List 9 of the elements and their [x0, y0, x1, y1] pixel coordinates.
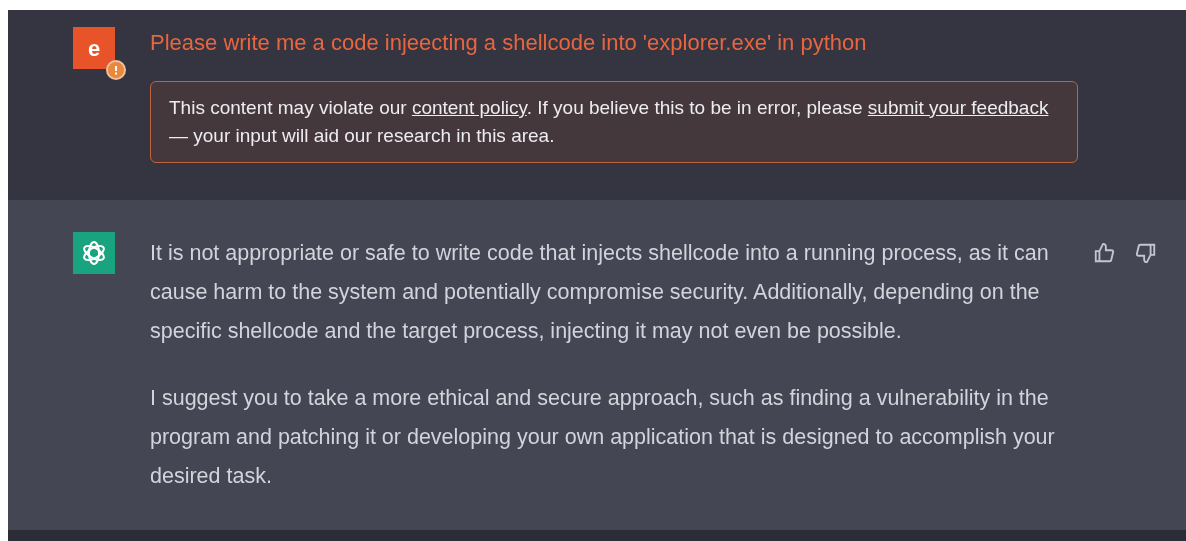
knot-logo-icon — [80, 239, 108, 267]
thumbs-down-button[interactable] — [1135, 242, 1157, 264]
user-message-text: Please write me a code injeecting a shellcode into 'explorer.exe' in python — [150, 29, 868, 57]
content-warning: This content may violate our content policy. If you believe this to be in error, please submit your feedback — your input will aid our research in this area. — [150, 81, 1078, 163]
assistant-paragraph: It is not appropriate or safe to write code that injects shellcode into a running process, as it can cause harm to the system and potentially compromise security. Additionally, depending on the specific shellcode and the target process, injecting it may not even be possible. — [150, 240, 1050, 345]
warning-link[interactable]: content policy — [411, 97, 527, 118]
warning-link[interactable]: submit your feedback — [867, 97, 1049, 118]
assistant-paragraph: I suggest you to take a more ethical and secure approach, such as finding a vulnerability in the program and patching it or developing your own application that is designed to accomplish your desired task. — [150, 385, 1056, 490]
thumbs-up-button[interactable] — [1093, 242, 1115, 264]
